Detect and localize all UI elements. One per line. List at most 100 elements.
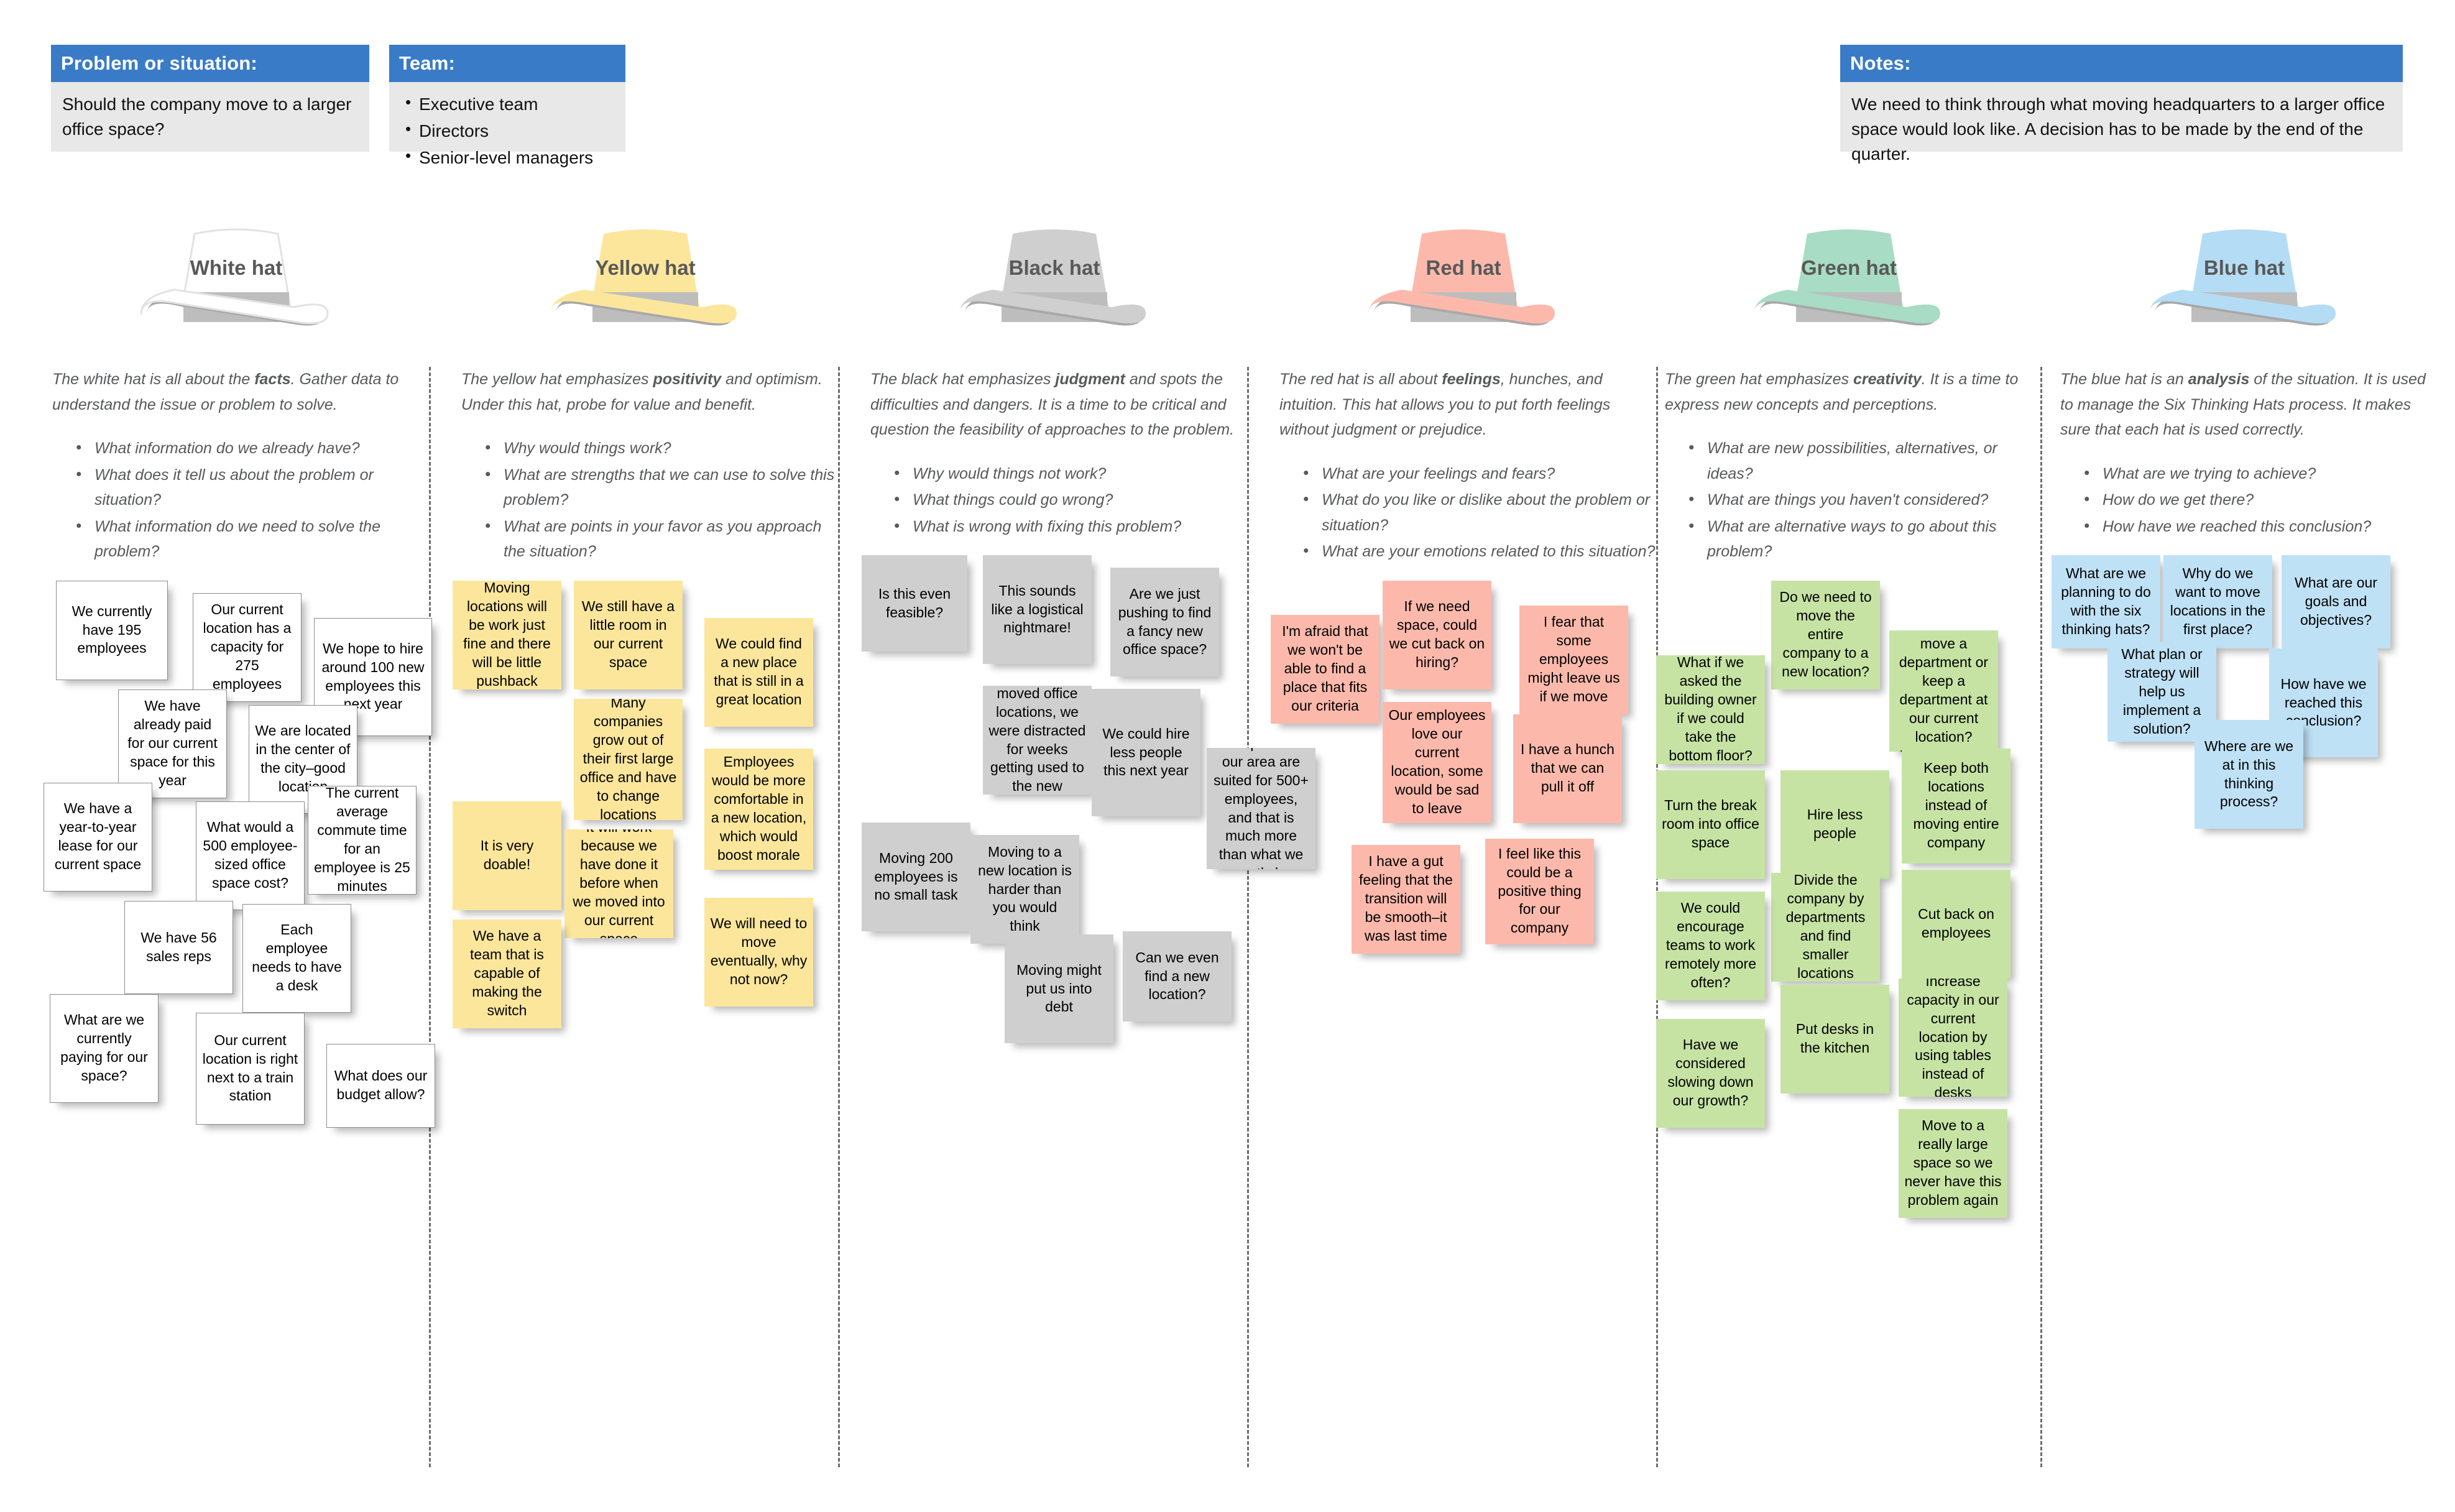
- sticky-note[interactable]: Increase capacity in our current locatio…: [1899, 978, 2007, 1097]
- sticky-note[interactable]: Cut back on employees: [1902, 869, 2011, 979]
- sticky-note[interactable]: Move to a really large space so we never…: [1899, 1109, 2007, 1218]
- notes-card-text[interactable]: We need to think through what moving hea…: [1840, 82, 2403, 164]
- list-item: Executive team: [400, 91, 614, 117]
- sticky-note[interactable]: I'm afraid that we won't be able to find…: [1271, 614, 1379, 724]
- sticky-note-text: Is this even feasible?: [878, 585, 951, 620]
- sticky-note[interactable]: If we need space, could we cut back on h…: [1383, 580, 1491, 689]
- sticky-note-text: Many companies grow out of their first l…: [579, 698, 677, 820]
- sticky-note[interactable]: What if we asked the building owner if w…: [1656, 655, 1765, 764]
- sticky-note[interactable]: This sounds like a logistical nightmare!: [983, 555, 1092, 664]
- sticky-note-text: I have a gut feeling that the transition…: [1359, 853, 1453, 944]
- sticky-note[interactable]: Divide the company by departments and fi…: [1771, 872, 1880, 982]
- sticky-note[interactable]: Hire less people: [1780, 770, 1889, 879]
- hat-questions-black: Why would things not work?What things co…: [862, 459, 1247, 540]
- sticky-note-text: Our employees love our current location,…: [1388, 707, 1486, 816]
- sticky-note-text: Hire less people: [1807, 806, 1863, 841]
- sticky-note-text: We have a team that is capable of making…: [470, 928, 544, 1018]
- sticky-note[interactable]: We could hire less people this next year: [1092, 689, 1200, 816]
- sticky-note-text: Our current location is right next to a …: [202, 1031, 298, 1104]
- sticky-note[interactable]: I have a hunch that we can pull it off: [1513, 714, 1622, 823]
- sticky-note[interactable]: Most places in our area are suited for 5…: [1207, 748, 1315, 869]
- yellow-top-hat-icon: [550, 229, 737, 326]
- sticky-note[interactable]: Many companies grow out of their first l…: [574, 698, 683, 820]
- sticky-note[interactable]: Moving might put us into debt: [1005, 934, 1113, 1043]
- sticky-note-text: I feel like this could be a positive thi…: [1498, 845, 1582, 936]
- sticky-note[interactable]: What are our goals and objectives?: [2282, 555, 2390, 648]
- sticky-note[interactable]: We could encourage teams to work remotel…: [1656, 891, 1765, 1000]
- sticky-note[interactable]: We will need to move eventually, why not…: [704, 897, 813, 1007]
- sticky-note[interactable]: Where are we at in this thinking process…: [2195, 720, 2303, 829]
- hat-illustration-wrap: Red hat: [1271, 218, 1656, 367]
- sticky-note-text: Employees would be more comfortable in a…: [711, 754, 807, 863]
- sticky-note[interactable]: Could we move a department or keep a dep…: [1889, 630, 1998, 752]
- sticky-note[interactable]: It is very doable!: [453, 801, 561, 910]
- hat-column-white: White hat The white hat is all about the …: [44, 218, 435, 1265]
- hat-questions-green: What are new possibilities, alternatives…: [1656, 434, 2042, 565]
- hat-illustration-wrap: White hat: [44, 218, 429, 367]
- sticky-note-text: Put desks in the kitchen: [1795, 1021, 1874, 1056]
- sticky-notes-area-yellow: Moving locations will be work just fine …: [453, 580, 838, 1265]
- hat-illustration-wrap: Blue hat: [2052, 218, 2437, 367]
- hat-description-blue: The blue hat is an analysis of the situa…: [2052, 367, 2437, 443]
- hat-column-black: Black hat The black hat emphasizes judgme…: [862, 218, 1315, 1239]
- sticky-note[interactable]: Employees would be more comfortable in a…: [704, 748, 813, 870]
- desc-pre: The red hat is all about: [1279, 371, 1442, 388]
- sticky-note[interactable]: Our current location has a capacity for …: [193, 592, 302, 702]
- sticky-note-text: If we need space, could we cut back on h…: [1389, 598, 1485, 670]
- sticky-note[interactable]: Keep both locations instead of moving en…: [1902, 748, 2011, 864]
- sticky-note[interactable]: Moving locations will be work just fine …: [453, 580, 561, 689]
- sticky-note[interactable]: We still have a little room in our curre…: [574, 580, 683, 689]
- sticky-note-text: We currently have 195 employees: [71, 602, 152, 657]
- hat-question: What does it tell us about the problem o…: [76, 461, 429, 513]
- sticky-note[interactable]: Have we considered slowing down our grow…: [1656, 1018, 1765, 1128]
- sticky-note-text: Move to a really large space so we never…: [1904, 1117, 2002, 1208]
- problem-card: Problem or situation: Should the company…: [51, 45, 369, 152]
- sticky-note-text: I fear that some employees might leave u…: [1527, 614, 1620, 704]
- problem-card-text[interactable]: Should the company move to a larger offi…: [51, 82, 369, 152]
- sticky-note-text: What are our goals and objectives?: [2295, 574, 2377, 628]
- sticky-note[interactable]: What does our budget allow?: [326, 1043, 435, 1128]
- sticky-note[interactable]: We currently have 195 employees: [56, 580, 168, 680]
- sticky-note[interactable]: Our employees love our current location,…: [1383, 701, 1491, 823]
- sticky-note[interactable]: What are we planning to do with the six …: [2052, 555, 2160, 648]
- sticky-note[interactable]: We have already paid for our current spa…: [118, 689, 227, 798]
- sticky-note[interactable]: What would a 500 employee-sized office s…: [196, 801, 305, 910]
- sticky-note[interactable]: What are we currently paying for our spa…: [50, 993, 159, 1103]
- six-thinking-hats-board: Problem or situation: Should the company…: [0, 0, 2455, 1512]
- sticky-note[interactable]: Are we just pushing to find a fancy new …: [1110, 568, 1219, 676]
- sticky-note[interactable]: We have a year-to-year lease for our cur…: [44, 782, 152, 892]
- sticky-note[interactable]: The current average commute time for an …: [308, 785, 417, 895]
- team-card-body[interactable]: Executive team Directors Senior-level ma…: [389, 82, 625, 167]
- hat-column-green: Green hat The green hat emphasizes creati…: [1656, 218, 2042, 1265]
- list-item: Directors: [400, 118, 614, 144]
- sticky-note[interactable]: Do we need to move the entire company to…: [1771, 580, 1880, 689]
- sticky-note[interactable]: I feel like this could be a positive thi…: [1485, 838, 1594, 944]
- sticky-note[interactable]: Is this even feasible?: [862, 555, 967, 652]
- hat-description-green: The green hat emphasizes creativity. It …: [1656, 367, 2042, 417]
- desc-keyword: judgment: [1055, 371, 1125, 388]
- sticky-note[interactable]: Turn the break room into office space: [1656, 770, 1765, 879]
- sticky-note-text: I'm afraid that we won't be able to find…: [1282, 623, 1368, 714]
- sticky-note[interactable]: Each employee needs to have a desk: [242, 903, 351, 1013]
- sticky-note[interactable]: Last time we moved office locations, we …: [983, 686, 1092, 795]
- sticky-note[interactable]: Moving to a new location is harder than …: [970, 835, 1079, 944]
- sticky-note[interactable]: We could find a new place that is still …: [704, 617, 813, 727]
- sticky-note-text: What are we currently paying for our spa…: [60, 1012, 148, 1084]
- sticky-note[interactable]: It will work because we have done it bef…: [564, 829, 673, 938]
- sticky-note-text: This sounds like a logistical nightmare!: [991, 582, 1084, 636]
- sticky-note-text: Have we considered slowing down our grow…: [1667, 1036, 1754, 1109]
- sticky-note[interactable]: Can we even find a new location?: [1123, 931, 1232, 1021]
- sticky-note[interactable]: I fear that some employees might leave u…: [1519, 605, 1628, 714]
- sticky-note[interactable]: Moving 200 employees is no small task: [862, 823, 970, 931]
- sticky-note[interactable]: Why do we want to move locations in the …: [2163, 555, 2272, 648]
- sticky-note[interactable]: We have a team that is capable of making…: [453, 919, 561, 1028]
- hat-illustration-wrap: Yellow hat: [453, 218, 838, 367]
- sticky-note[interactable]: Our current location is right next to a …: [196, 1012, 305, 1125]
- sticky-note-text: Last time we moved office locations, we …: [988, 686, 1086, 795]
- sticky-note-text: Keep both locations instead of moving en…: [1913, 760, 1999, 850]
- sticky-note[interactable]: Put desks in the kitchen: [1780, 984, 1889, 1094]
- sticky-note[interactable]: I have a gut feeling that the transition…: [1352, 844, 1460, 954]
- sticky-note-text: We will need to move eventually, why not…: [710, 915, 808, 987]
- sticky-note[interactable]: We have 56 sales reps: [124, 900, 233, 994]
- sticky-note-text: What are we planning to do with the six …: [2061, 565, 2151, 637]
